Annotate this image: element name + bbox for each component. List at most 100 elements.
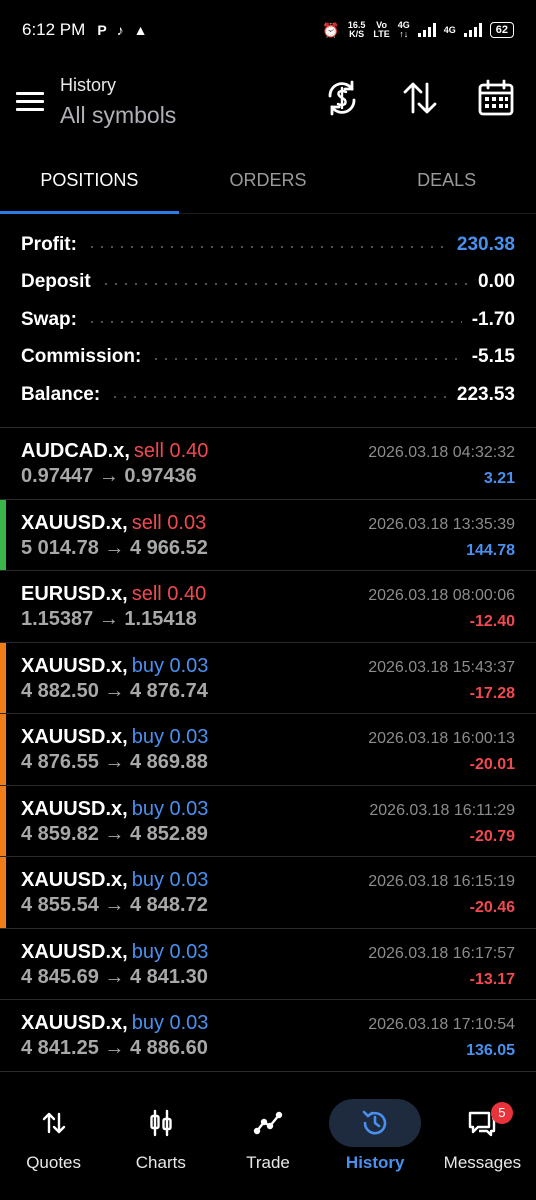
menu-icon[interactable] [16,92,44,112]
position-side: buy 0.03 [131,940,209,963]
dotted-leader [100,283,469,286]
position-profit: -20.79 [469,827,515,845]
summary-deposit: Deposit 0.00 [0,264,536,302]
position-symbol: AUDCAD.x, [21,440,130,462]
position-symbol: EURUSD.x, [21,583,128,605]
history-tabs: POSITIONS ORDERS DEALS [0,148,536,214]
position-profit: 3.21 [483,470,515,487]
tab-positions[interactable]: POSITIONS [0,148,179,214]
position-row[interactable]: XAUUSD.x, buy 0.03 4 882.50 → 4 876.74 2026… [0,642,536,714]
dotted-leader [151,358,462,361]
position-row[interactable]: XAUUSD.x, buy 0.03 4 855.54 → 4 848.72 2026… [0,857,536,929]
signal-icon [417,23,436,37]
position-prices: 4 859.82 → 4 852.89 [21,822,208,845]
position-row[interactable]: XAUUSD.x, buy 0.03 4 876.55 → 4 869.88 2026… [0,714,536,786]
position-marker [0,499,6,570]
battery-icon: 62 [489,22,514,38]
position-row[interactable]: XAUUSD.x, buy 0.03 4 845.69 → 4 841.30 2026… [0,929,536,1000]
summary-label: Profit: [21,233,77,255]
position-prices: 4 845.69 → 4 841.30 [21,965,208,988]
page-title: History [60,75,117,95]
messages-badge: 5 [490,1102,513,1124]
position-profit: -12.40 [469,613,515,630]
nav-label: Messages [443,1153,522,1172]
nav-label: Quotes [26,1153,81,1172]
position-side: buy 0.03 [131,654,209,677]
position-profit: 136.05 [466,1042,515,1059]
position-side: sell 0.40 [133,440,209,462]
position-symbol: XAUUSD.x, [21,940,128,963]
signal-icon-2 [463,23,482,37]
account-summary: Profit: 230.38 Deposit 0.00 Swap: -1.70 … [0,226,536,414]
position-prices: 0.97447 → 0.97436 [21,465,197,487]
network-type-1: 4G ↑↓ [397,20,410,39]
symbol-filter[interactable]: All symbols [60,102,176,129]
tab-orders[interactable]: ORDERS [179,148,358,213]
status-bar: 6:12 PM P ♪ ▲ ⏰ 16.5 K/S Vo LTE 4G ↑↓ 4G… [0,0,536,60]
status-time: 6:12 PM [22,20,86,39]
nav-label: Trade [246,1153,290,1172]
position-time: 2026.03.18 17:10:54 [368,1016,515,1033]
summary-balance: Balance: 223.53 [0,376,536,414]
trade-icon [253,1111,283,1135]
summary-value: 230.38 [456,233,515,255]
position-side: buy 0.03 [131,726,209,748]
position-row[interactable]: XAUUSD.x, sell 0.03 5 014.78 → 4 966.52 202… [0,499,536,571]
position-row[interactable]: AUDCAD.x, sell 0.40 0.97447 → 0.97436 2026.… [0,428,536,500]
net-speed: 16.5 K/S [347,20,366,39]
summary-value: -1.70 [471,308,515,330]
nav-label: Charts [135,1153,186,1172]
position-time: 2026.03.18 16:11:29 [369,801,515,819]
position-marker [0,785,6,856]
position-symbol: XAUUSD.x, [21,511,128,534]
position-marker [0,571,6,642]
calendar-icon[interactable] [476,78,516,118]
nav-history[interactable]: History [322,1088,429,1200]
position-symbol: XAUUSD.x, [21,654,128,677]
nav-quotes[interactable]: Quotes [0,1088,107,1200]
alarm-icon: ⏰ [322,21,340,38]
network-type-2: 4G [443,24,456,35]
tiktok-icon: ♪ [116,22,124,38]
dotted-leader [110,395,447,398]
position-symbol: XAUUSD.x, [21,869,128,891]
position-symbol: XAUUSD.x, [21,797,128,820]
position-profit: 144.78 [466,541,515,559]
position-time: 2026.03.18 16:00:13 [368,730,515,747]
summary-value: 0.00 [478,271,515,293]
position-side: sell 0.40 [131,583,207,605]
dotted-leader [86,245,447,248]
position-prices: 5 014.78 → 4 966.52 [21,536,208,559]
tab-deals[interactable]: DEALS [357,148,536,213]
android-icon: ▲ [133,22,148,38]
nav-trade[interactable]: Trade [214,1088,321,1200]
position-side: buy 0.03 [131,1012,209,1034]
notification-icons: P ♪ ▲ [97,22,147,38]
position-time: 2026.03.18 13:35:39 [368,515,515,533]
position-marker [0,857,6,928]
position-row[interactable]: XAUUSD.x, buy 0.03 4 859.82 → 4 852.89 2026… [0,785,536,857]
position-row[interactable]: EURUSD.x, sell 0.40 1.15387 → 1.15418 2026.… [0,571,536,643]
nav-messages[interactable]: 5 Messages [429,1088,536,1200]
summary-commission: Commission: -5.15 [0,339,536,377]
summary-label: Commission: [21,346,142,368]
history-icon [362,1110,387,1135]
sort-icon[interactable] [400,78,440,118]
summary-profit: Profit: 230.38 [0,226,536,264]
app-header: History All symbols [0,60,536,144]
summary-swap: Swap: -1.70 [0,301,536,339]
position-profit: -13.17 [469,970,515,988]
position-marker [0,428,6,499]
volte-indicator: Vo LTE [373,20,390,39]
position-marker [0,714,6,785]
position-row[interactable]: XAUUSD.x, buy 0.03 4 841.25 → 4 886.60 2026… [0,1000,536,1072]
summary-label: Swap: [21,308,77,330]
currency-refresh-icon[interactable] [322,78,362,118]
nav-charts[interactable]: Charts [107,1088,214,1200]
p-icon: P [97,22,107,38]
position-side: buy 0.03 [131,797,209,820]
position-time: 2026.03.18 08:00:06 [368,587,515,604]
position-prices: 4 855.54 → 4 848.72 [21,894,208,916]
system-icons: ⏰ 16.5 K/S Vo LTE 4G ↑↓ 4G 62 [322,21,514,39]
dotted-leader [86,320,462,323]
